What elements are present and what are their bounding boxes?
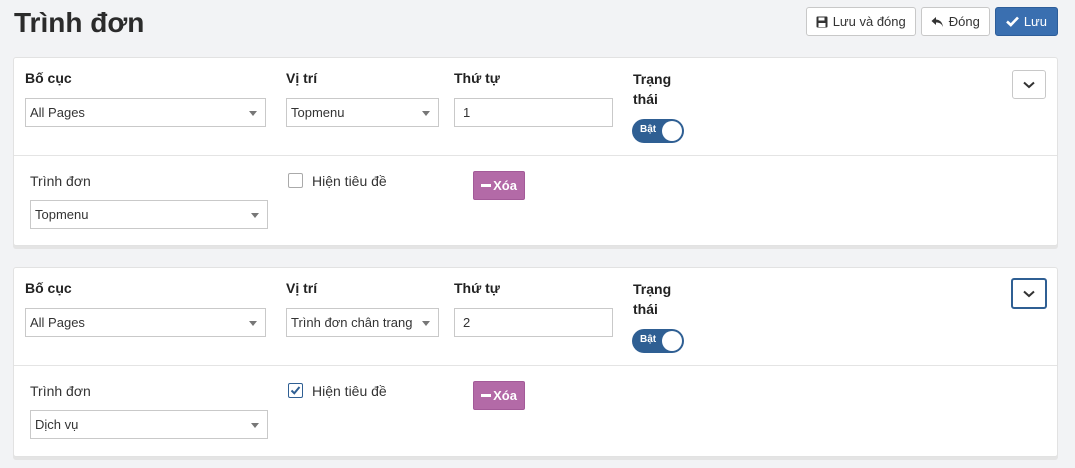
module-card: Bố cục All Pages Vị trí Topmenu Thứ tự 1…	[13, 57, 1058, 246]
toolbar: Lưu và đóng Đóng Lưu	[805, 7, 1058, 36]
position-label: Vị trí	[286, 70, 318, 86]
position-select[interactable]: Topmenu	[286, 98, 439, 127]
toggle-knob	[662, 331, 682, 351]
toggle-knob	[662, 121, 682, 141]
menu-select[interactable]: Topmenu	[30, 200, 268, 229]
show-title-checkbox[interactable]	[288, 173, 303, 188]
position-label: Vị trí	[286, 280, 318, 296]
position-value: Trình đơn chân trang	[291, 315, 413, 330]
layout-label: Bố cục	[25, 280, 72, 296]
layout-select[interactable]: All Pages	[25, 98, 266, 127]
delete-label: Xóa	[493, 388, 517, 403]
floppy-icon	[816, 16, 828, 28]
chevron-down-icon	[422, 111, 430, 116]
chevron-down-icon	[1023, 285, 1035, 303]
menu-label: Trình đơn	[30, 383, 91, 399]
collapse-button[interactable]	[1012, 70, 1046, 99]
status-toggle[interactable]: Bật	[632, 119, 684, 143]
menu-label: Trình đơn	[30, 173, 91, 189]
layout-value: All Pages	[30, 105, 85, 120]
save-button[interactable]: Lưu	[994, 7, 1058, 36]
delete-label: Xóa	[493, 178, 517, 193]
layout-value: All Pages	[30, 315, 85, 330]
menu-value: Topmenu	[35, 207, 89, 222]
status-toggle[interactable]: Bật	[632, 329, 684, 353]
layout-select[interactable]: All Pages	[25, 308, 266, 337]
minus-icon	[481, 394, 492, 397]
status-label: Trạng thái	[633, 281, 672, 317]
check-icon	[290, 386, 301, 395]
show-title-label: Hiện tiêu đề	[312, 383, 387, 399]
menu-value: Dịch vụ	[35, 417, 79, 432]
status-label: Trạng thái	[633, 71, 672, 107]
minus-icon	[481, 184, 492, 187]
order-label: Thứ tự	[454, 280, 500, 296]
close-label: Đóng	[948, 14, 980, 29]
undo-arrow-icon	[931, 16, 944, 28]
chevron-down-icon	[251, 213, 259, 218]
status-toggle-label: Bật	[640, 334, 657, 345]
menu-select[interactable]: Dịch vụ	[30, 410, 268, 439]
save-close-label: Lưu và đóng	[832, 14, 906, 29]
order-label: Thứ tự	[454, 70, 500, 86]
position-select[interactable]: Trình đơn chân trang	[286, 308, 439, 337]
chevron-down-icon	[1023, 76, 1035, 94]
page-title: Trình đơn	[14, 7, 145, 38]
order-input[interactable]: 1	[454, 98, 613, 127]
save-close-button[interactable]: Lưu và đóng	[805, 7, 916, 36]
delete-button[interactable]: Xóa	[473, 171, 525, 200]
show-title-label: Hiện tiêu đề	[312, 173, 387, 189]
chevron-down-icon	[422, 321, 430, 326]
collapse-button[interactable]	[1011, 278, 1047, 309]
order-input[interactable]: 2	[454, 308, 613, 337]
module-card: Bố cục All Pages Vị trí Trình đơn chân t…	[13, 267, 1058, 457]
show-title-checkbox[interactable]	[288, 383, 303, 398]
check-icon	[1005, 16, 1019, 27]
delete-button[interactable]: Xóa	[473, 381, 525, 410]
chevron-down-icon	[251, 423, 259, 428]
position-value: Topmenu	[291, 105, 345, 120]
chevron-down-icon	[249, 111, 257, 116]
close-button[interactable]: Đóng	[920, 7, 990, 36]
layout-label: Bố cục	[25, 70, 72, 86]
status-toggle-label: Bật	[640, 124, 657, 135]
save-label: Lưu	[1023, 14, 1047, 29]
chevron-down-icon	[249, 321, 257, 326]
